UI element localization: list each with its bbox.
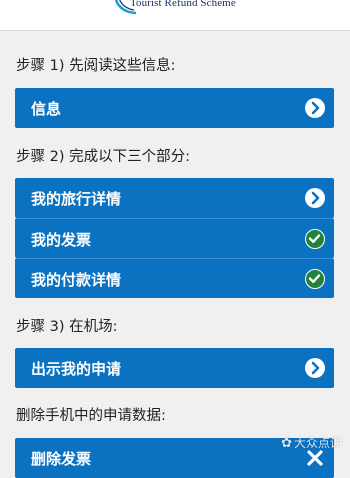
check-icon <box>305 229 325 249</box>
watermark: ✿ 大众点评 <box>281 434 342 451</box>
step-2-label: 步骤 2) 完成以下三个部分: <box>16 149 190 165</box>
step-1-label: 步骤 1) 先阅读这些信息: <box>16 58 176 74</box>
payment-details-label: 我的付款详情 <box>31 271 122 289</box>
chevron-right-icon <box>305 358 325 378</box>
close-icon <box>305 448 325 468</box>
show-application-button[interactable]: 出示我的申请 <box>15 348 334 388</box>
tourist-refund-logo: Tourist Refund Scheme <box>112 0 252 16</box>
delete-data-label: 删除手机中的申请数据: <box>16 408 166 424</box>
invoice-label: 我的发票 <box>31 231 92 249</box>
chevron-right-icon <box>305 188 325 208</box>
check-icon <box>305 269 325 289</box>
watermark-text: 大众点评 <box>293 436 342 450</box>
travel-details-button[interactable]: 我的旅行详情 <box>15 178 334 218</box>
travel-details-label: 我的旅行详情 <box>31 190 122 208</box>
step-3-label: 步骤 3) 在机场: <box>16 319 118 335</box>
info-button[interactable]: 信息 <box>15 88 334 128</box>
paw-icon: ✿ <box>281 436 292 451</box>
app-header: Tourist Refund Scheme <box>0 0 350 31</box>
show-application-label: 出示我的申请 <box>31 360 122 378</box>
logo-text: Tourist Refund Scheme <box>130 0 236 9</box>
invoice-button[interactable]: 我的发票 <box>15 218 334 258</box>
info-button-label: 信息 <box>31 100 62 118</box>
payment-details-button[interactable]: 我的付款详情 <box>15 258 334 298</box>
chevron-right-icon <box>305 98 325 118</box>
